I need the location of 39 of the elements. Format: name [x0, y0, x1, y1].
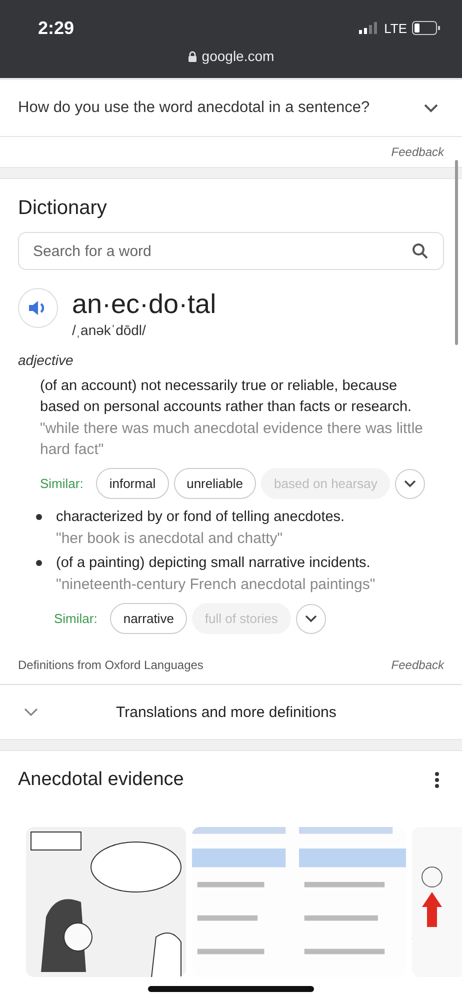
chevron-icon: [304, 614, 317, 622]
bullet-dot: [36, 514, 42, 520]
pronounce-button[interactable]: [18, 288, 58, 328]
dictionary-title: Dictionary: [18, 197, 108, 220]
part-of-speech: adjective: [18, 352, 74, 368]
synonym-chip[interactable]: unreliable: [174, 468, 256, 499]
url-text[interactable]: google.com: [202, 48, 274, 64]
search-icon[interactable]: [412, 243, 428, 259]
definition-text: characterized by or fond of telling anecdotes.: [56, 508, 345, 527]
example-text: "her book is anecdotal and chatty": [56, 529, 284, 549]
feedback-link[interactable]: Feedback: [391, 658, 444, 672]
expand-button[interactable]: [296, 604, 326, 634]
synonym-chip: based on hearsay: [260, 468, 390, 499]
signal-icon: [359, 22, 380, 34]
battery-icon: [412, 21, 440, 35]
phonetic-text: /ˌanəkˈdōdl/: [72, 322, 147, 338]
section-title: Anecdotal evidence: [18, 769, 184, 791]
scrollbar[interactable]: [455, 160, 458, 345]
bullet-dot: [36, 560, 42, 566]
source-text: Definitions from Oxford Languages: [18, 658, 204, 672]
synonym-chip: full of stories: [192, 603, 291, 634]
feedback-link[interactable]: Feedback: [391, 145, 444, 159]
more-options-icon[interactable]: [434, 771, 440, 789]
chevron-icon: [404, 480, 416, 488]
network-label: LTE: [384, 20, 407, 36]
synonym-chip[interactable]: narrative: [110, 603, 187, 634]
synonym-chip[interactable]: informal: [96, 468, 169, 499]
definition-text: (of a painting) depicting small narrative incidents.: [56, 554, 372, 573]
similar-label: Similar:: [54, 611, 98, 626]
definition-text: (of an account) not necessarily true or reliable, because based on personal accounts rather than facts or research.: [40, 377, 413, 417]
lock-icon: [188, 50, 197, 62]
example-text: "while there was much anecdotal evidence there was little hard fact": [40, 419, 424, 460]
search-field[interactable]: Search for a word: [18, 232, 444, 270]
question-row[interactable]: How do you use the word anecdotal in a sentence?: [0, 80, 462, 137]
example-text: "nineteenth-century French anecdotal paintings": [56, 575, 376, 595]
headword: an·ec·do·tal: [72, 288, 216, 320]
clock-time: 2:29: [38, 18, 74, 38]
similar-label: Similar:: [40, 476, 84, 491]
expand-button[interactable]: [395, 468, 426, 498]
